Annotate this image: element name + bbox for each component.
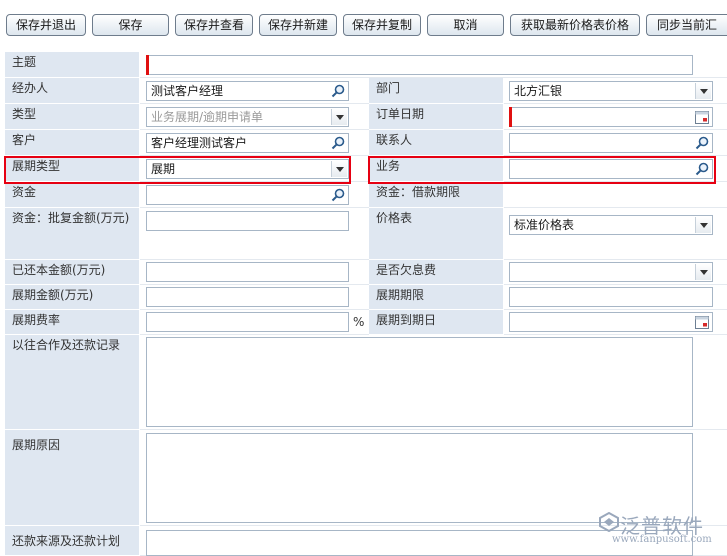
search-icon[interactable] [330, 83, 346, 99]
extension-term-input[interactable] [509, 287, 713, 307]
chevron-down-icon[interactable] [331, 109, 347, 125]
handler-cell: 测试客户经理 [140, 78, 369, 104]
extension-rate-input[interactable] [146, 312, 349, 332]
subject-cell [140, 52, 727, 78]
search-icon[interactable] [330, 187, 346, 203]
required-marker [146, 55, 149, 75]
get-latest-price-button[interactable]: 获取最新价格表价格 [510, 14, 640, 36]
extension-rate-label: 展期费率 [5, 310, 140, 335]
contact-label: 联系人 [369, 130, 504, 156]
save-and-exit-button[interactable]: 保存并退出 [6, 14, 86, 36]
customer-input[interactable]: 客户经理测试客户 [146, 133, 349, 153]
price-list-label: 价格表 [369, 208, 504, 260]
department-label: 部门 [369, 78, 504, 104]
handler-value: 测试客户经理 [151, 84, 224, 98]
contact-input[interactable] [509, 133, 713, 153]
fanpu-logo-icon [599, 512, 619, 532]
chevron-down-icon[interactable] [695, 83, 711, 99]
calendar-icon[interactable] [694, 109, 710, 125]
extension-amount-cell [140, 285, 369, 310]
customer-value: 客户经理测试客户 [151, 136, 248, 150]
subject-label: 主题 [5, 52, 140, 78]
price-list-select[interactable]: 标准价格表 [509, 215, 713, 235]
price-list-cell: 标准价格表 [504, 208, 727, 260]
department-cell: 北方汇银 [504, 78, 727, 104]
type-cell: 业务展期/逾期申请单 [140, 104, 369, 130]
interest-owed-label: 是否欠息费 [369, 260, 504, 285]
funds-input[interactable] [146, 185, 349, 205]
extension-due-date-cell [504, 310, 727, 335]
toolbar: 保存并退出 保存 保存并查看 保存并新建 保存并复制 取消 获取最新价格表价格 … [0, 0, 727, 50]
funds-loan-term-cell [504, 182, 727, 208]
subject-input[interactable] [146, 55, 693, 75]
interest-owed-select[interactable] [509, 262, 713, 282]
extension-type-value: 展期 [151, 162, 176, 176]
chevron-down-icon[interactable] [331, 161, 347, 177]
approved-amount-input[interactable] [146, 211, 349, 231]
repaid-principal-cell [140, 260, 369, 285]
repayment-plan-label: 还款来源及还款计划 [5, 526, 140, 556]
extension-type-select[interactable]: 展期 [146, 159, 349, 179]
price-list-value: 标准价格表 [514, 218, 575, 232]
chevron-down-icon[interactable] [695, 217, 711, 233]
logo-url-text: www.fanpusoft.com [612, 534, 712, 545]
business-cell [504, 156, 727, 182]
fanpu-logo: 泛普软件 www.fanpusoft.com [596, 508, 724, 554]
interest-owed-cell [504, 260, 727, 285]
extension-form: 主题 经办人 测试客户经理 部门 北方汇银 类型 业务展期/逾期申请单 订单日期 [5, 52, 727, 556]
order-date-input[interactable] [509, 107, 713, 127]
handler-input[interactable]: 测试客户经理 [146, 81, 349, 101]
order-date-cell [504, 104, 727, 130]
save-and-new-button[interactable]: 保存并新建 [259, 14, 337, 36]
department-value: 北方汇银 [514, 84, 563, 98]
cancel-button[interactable]: 取消 [427, 14, 504, 36]
extension-type-label: 展期类型 [5, 156, 140, 182]
sync-exchange-rate-button[interactable]: 同步当前汇 [646, 14, 727, 36]
business-input[interactable] [509, 159, 713, 179]
extension-term-cell [504, 285, 727, 310]
approved-amount-cell [140, 208, 369, 260]
chevron-down-icon[interactable] [695, 264, 711, 280]
reason-label: 展期原因 [5, 430, 140, 526]
search-icon[interactable] [330, 135, 346, 151]
customer-label: 客户 [5, 130, 140, 156]
extension-type-cell: 展期 [140, 156, 369, 182]
business-label: 业务 [369, 156, 504, 182]
handler-label: 经办人 [5, 78, 140, 104]
history-textarea[interactable] [146, 337, 693, 427]
extension-due-date-label: 展期到期日 [369, 310, 504, 335]
funds-label: 资金 [5, 182, 140, 208]
percent-unit: % [353, 315, 365, 329]
funds-cell [140, 182, 369, 208]
extension-amount-input[interactable] [146, 287, 349, 307]
save-and-copy-button[interactable]: 保存并复制 [343, 14, 421, 36]
search-icon[interactable] [694, 135, 710, 151]
history-cell [140, 335, 727, 430]
extension-rate-cell: % [140, 310, 369, 335]
approved-amount-label: 资金：批复金额(万元) [5, 208, 140, 260]
extension-term-label: 展期期限 [369, 285, 504, 310]
required-marker [509, 107, 512, 127]
type-placeholder: 业务展期/逾期申请单 [151, 110, 264, 124]
type-select[interactable]: 业务展期/逾期申请单 [146, 107, 349, 127]
contact-cell [504, 130, 727, 156]
order-date-label: 订单日期 [369, 104, 504, 130]
extension-due-date-input[interactable] [509, 312, 713, 332]
type-label: 类型 [5, 104, 140, 130]
department-select[interactable]: 北方汇银 [509, 81, 713, 101]
save-button[interactable]: 保存 [92, 14, 169, 36]
extension-amount-label: 展期金额(万元) [5, 285, 140, 310]
repaid-principal-label: 已还本金额(万元) [5, 260, 140, 285]
history-label: 以往合作及还款记录 [5, 335, 140, 430]
repaid-principal-input[interactable] [146, 262, 349, 282]
customer-cell: 客户经理测试客户 [140, 130, 369, 156]
calendar-icon[interactable] [694, 314, 710, 330]
save-and-view-button[interactable]: 保存并查看 [175, 14, 253, 36]
search-icon[interactable] [694, 161, 710, 177]
funds-loan-term-label: 资金：借款期限 [369, 182, 504, 208]
